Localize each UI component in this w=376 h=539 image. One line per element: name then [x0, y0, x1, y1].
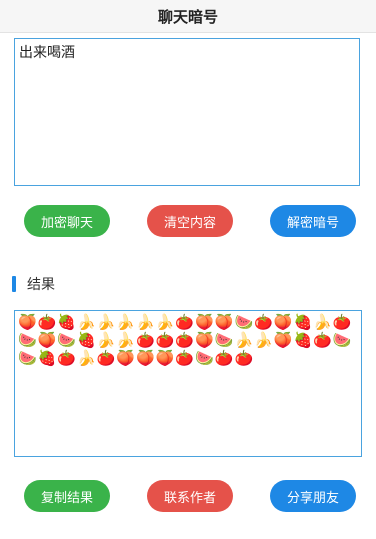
- page-title: 聊天暗号: [157, 7, 218, 26]
- message-input[interactable]: 出来喝酒: [14, 38, 360, 186]
- app-header: 聊天暗号: [0, 0, 376, 33]
- result-section-label: 结果: [27, 277, 55, 293]
- clear-button[interactable]: 清空内容: [147, 205, 233, 237]
- copy-result-button[interactable]: 复制结果: [24, 480, 110, 512]
- encrypt-button[interactable]: 加密聊天: [24, 205, 110, 237]
- result-output[interactable]: 🍑🍅🍓🍌🍌🍌🍌🍌🍅🍑🍑🍉🍅🍑🍓🍌🍅🍉🍑🍉🍓🍌🍌🍅🍅🍅🍑🍉🍌🍌🍑🍓🍅🍉🍉🍓🍅🍌🍅🍑…: [14, 310, 362, 457]
- contact-author-button[interactable]: 联系作者: [147, 480, 233, 512]
- share-friends-button[interactable]: 分享朋友: [270, 480, 356, 512]
- section-marker: [12, 276, 16, 292]
- decrypt-button[interactable]: 解密暗号: [270, 205, 356, 237]
